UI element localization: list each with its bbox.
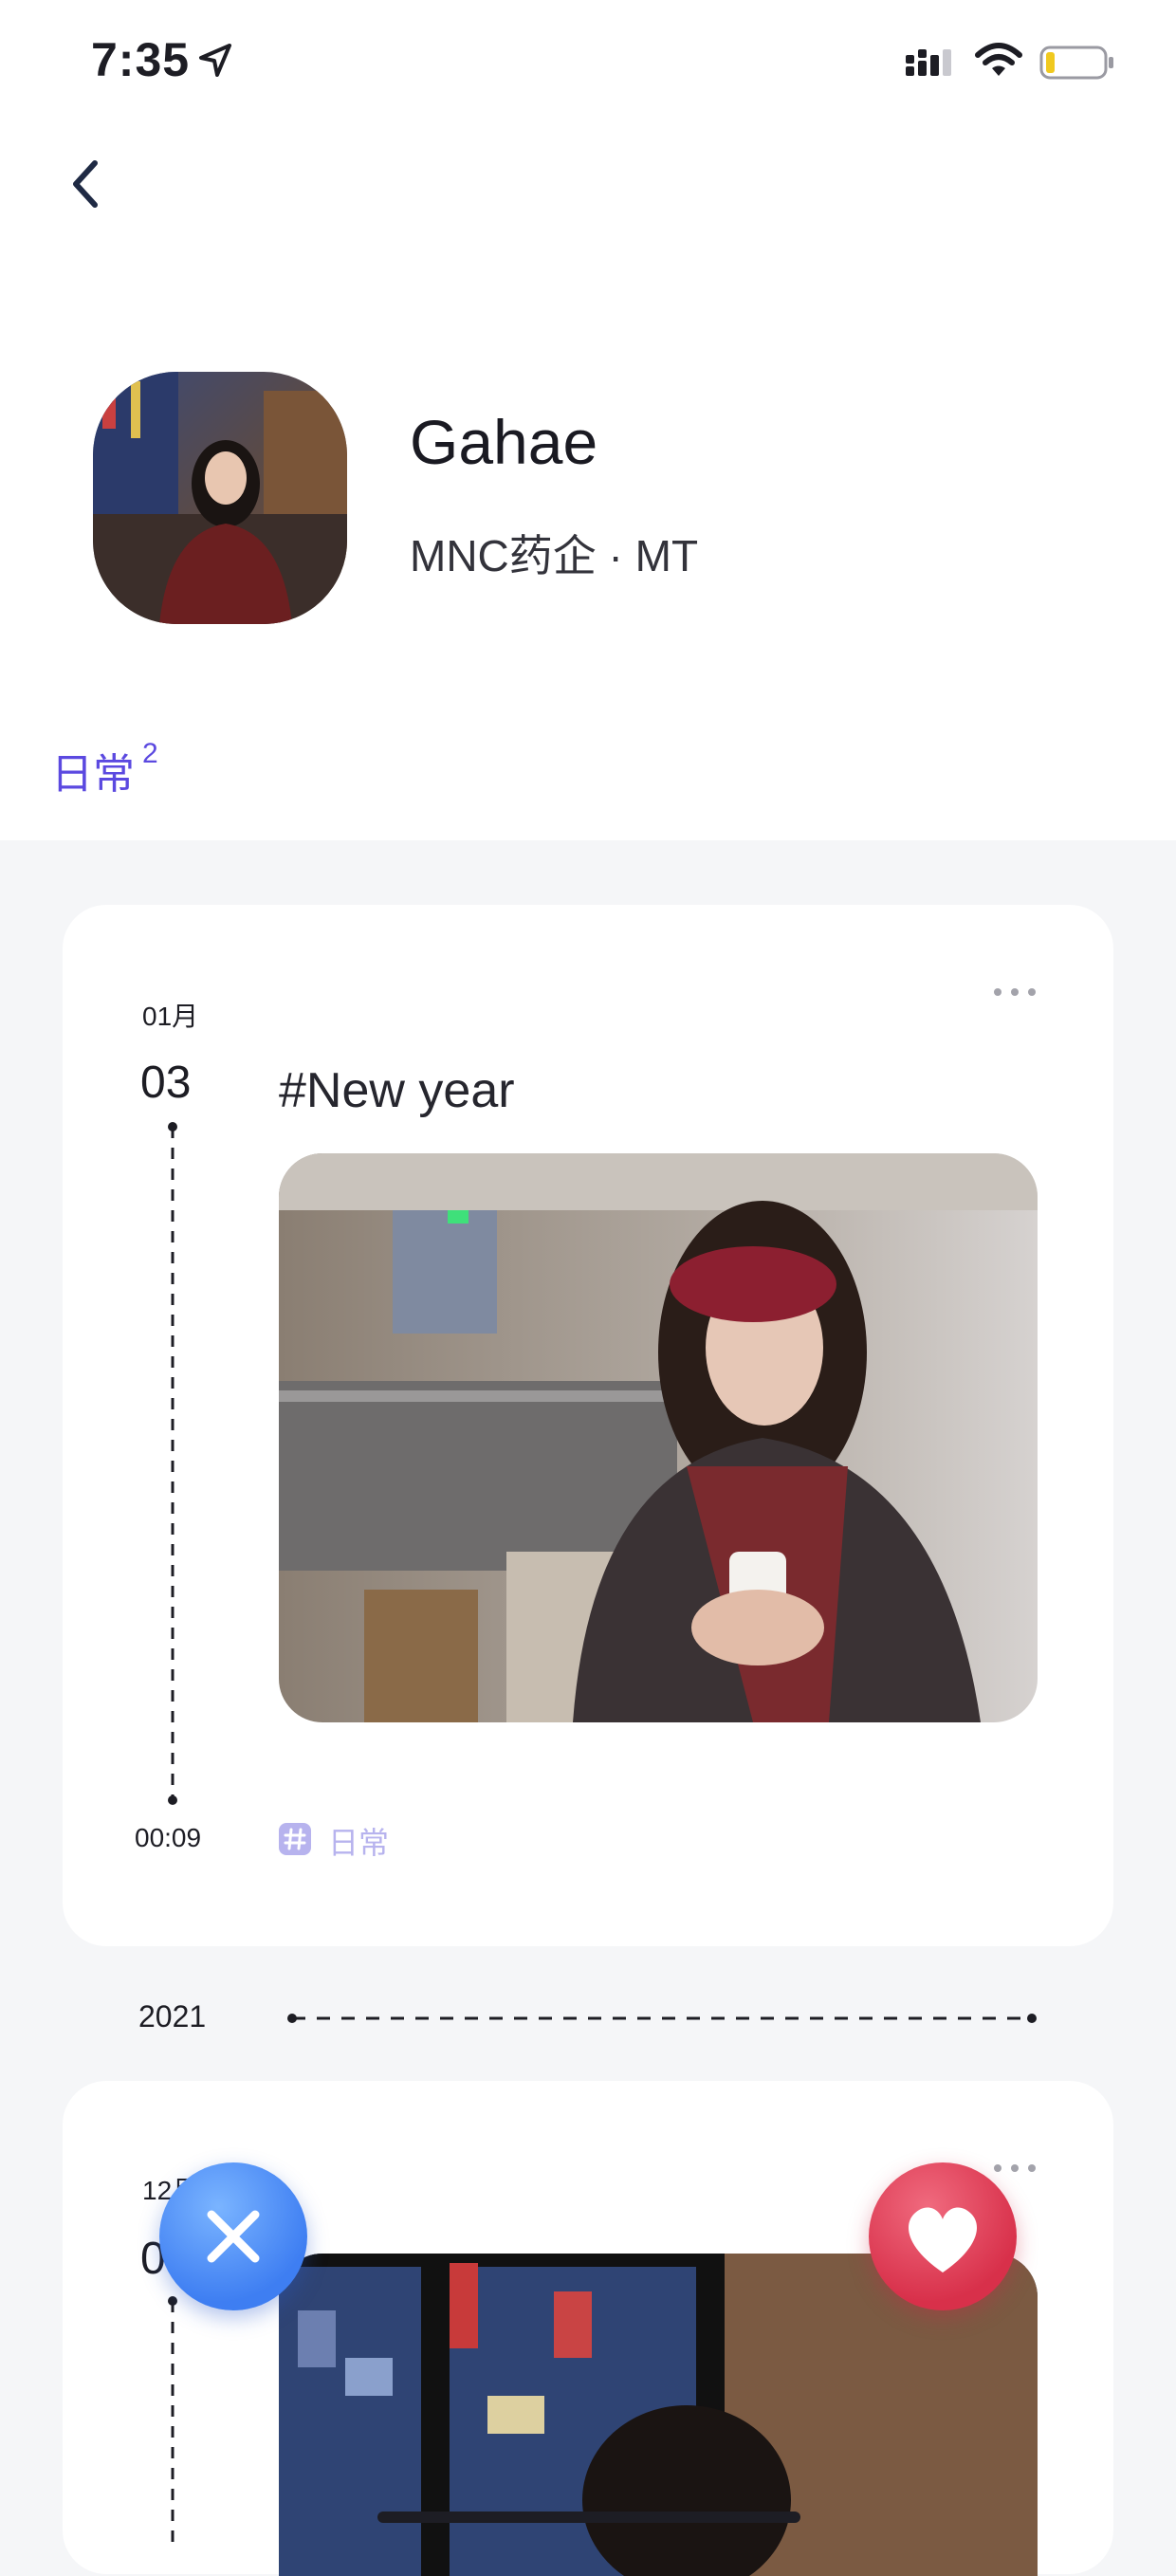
year-divider-line bbox=[287, 2014, 1037, 2023]
post-end-time: 00:09 bbox=[135, 1823, 202, 1852]
avatar[interactable] bbox=[93, 372, 347, 624]
close-icon bbox=[207, 2210, 260, 2263]
post-day: 03 bbox=[140, 1058, 192, 1108]
reject-button[interactable] bbox=[159, 2162, 307, 2310]
tab-daily[interactable]: 日常 bbox=[51, 740, 135, 800]
post-month: 01月 bbox=[142, 1002, 199, 1031]
chevron-left-icon[interactable] bbox=[63, 156, 110, 212]
home-indicator bbox=[377, 2512, 800, 2523]
more-dots-icon[interactable] bbox=[992, 986, 1038, 998]
battery-icon bbox=[1039, 46, 1113, 80]
tab-daily-count: 2 bbox=[142, 738, 158, 769]
year-divider-label: 2021 bbox=[138, 1999, 207, 2033]
signal-icon bbox=[906, 49, 951, 76]
timeline-line bbox=[168, 1122, 177, 1805]
hashtag-icon bbox=[279, 1823, 311, 1855]
heart-icon bbox=[908, 2207, 978, 2272]
profile-subtitle: MNC药企 · MT bbox=[410, 531, 699, 580]
location-arrow-icon bbox=[199, 44, 231, 77]
post-photo[interactable] bbox=[279, 1153, 1038, 1722]
timeline-line bbox=[168, 2296, 177, 2546]
wifi-icon bbox=[975, 43, 1022, 76]
status-time: 7:35 bbox=[91, 33, 191, 86]
post-tag[interactable]: 日常 bbox=[328, 1819, 389, 1863]
profile-name: Gahae bbox=[410, 407, 598, 477]
post-title: #New year bbox=[279, 1063, 515, 1118]
like-button[interactable] bbox=[869, 2162, 1017, 2310]
